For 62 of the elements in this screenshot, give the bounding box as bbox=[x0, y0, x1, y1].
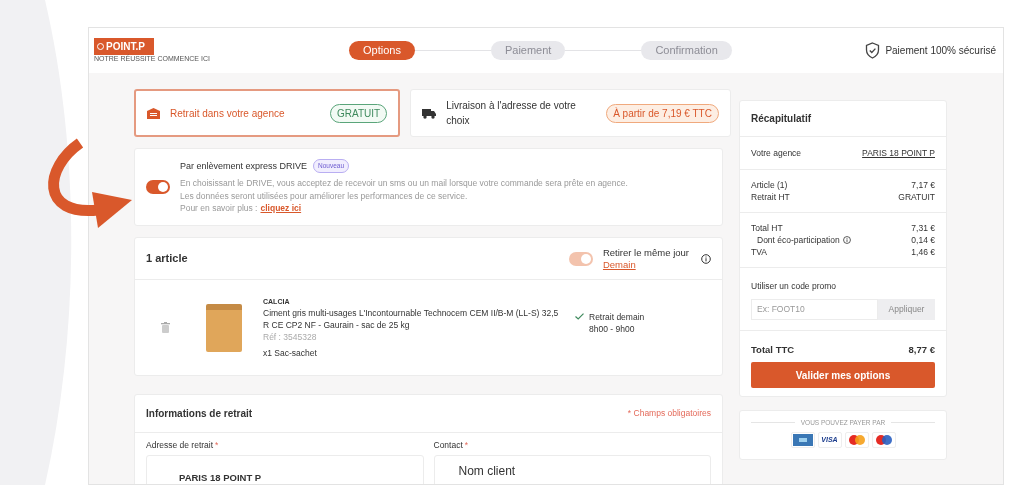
drive-description: Les données seront utilisées pour améliorer les performances de ce service. bbox=[180, 189, 469, 203]
summary-label: Retrait HT bbox=[751, 191, 790, 203]
required-mark: * bbox=[215, 439, 219, 452]
option-label: Livraison à l'adresse de votre choix bbox=[446, 99, 577, 128]
summary-value: 7,31 € bbox=[911, 222, 935, 234]
logo[interactable]: POINT.P bbox=[94, 38, 154, 55]
summary-title: Récapitulatif bbox=[751, 112, 811, 126]
validate-button[interactable]: Valider mes options bbox=[751, 362, 935, 388]
product-photo-placeholder bbox=[206, 303, 242, 352]
required-mark: * bbox=[464, 439, 469, 452]
drive-description: En choisissant le DRIVE, vous acceptez de recevoir un sms ou un mail lorsque votre commande sera prête en agence. bbox=[180, 177, 628, 190]
contact-field[interactable]: Nom client bbox=[433, 454, 711, 484]
summary-value: 0,14 € bbox=[911, 234, 935, 246]
step-tab[interactable]: Confirmation bbox=[641, 41, 732, 60]
summary-label: Dont éco-participation bbox=[757, 234, 840, 246]
promo-label: Utiliser un code promo bbox=[751, 280, 838, 293]
delivery-option-card[interactable]: Livraison à l'adresse de votre choix À partir de 7,19 € TTC bbox=[410, 89, 731, 137]
trash-icon[interactable] bbox=[161, 322, 170, 333]
availability-text: Retrait demain bbox=[589, 310, 645, 323]
delivery-option-card[interactable]: Retrait dans votre agence GRATUIT bbox=[134, 89, 401, 137]
more-info-text: Pour en savoir plus : bbox=[180, 202, 258, 215]
check-icon bbox=[575, 312, 584, 320]
section-title: Informations de retrait bbox=[146, 407, 253, 421]
total-value: 8,77 € bbox=[908, 342, 935, 357]
summary-label: TVA bbox=[751, 246, 767, 258]
agency-label: Votre agence bbox=[751, 146, 802, 160]
warehouse-icon bbox=[147, 107, 160, 119]
step-tab[interactable]: Paiement bbox=[490, 41, 566, 60]
price-badge: GRATUIT bbox=[330, 103, 388, 123]
step-tab[interactable]: Options bbox=[349, 41, 415, 60]
option-label: Retrait dans votre agence bbox=[170, 106, 286, 121]
shield-check-icon bbox=[865, 42, 881, 59]
apply-button[interactable]: Appliquer bbox=[878, 298, 935, 320]
drive-toggle[interactable] bbox=[146, 180, 170, 194]
info-icon[interactable] bbox=[842, 236, 851, 244]
truck-icon bbox=[422, 107, 437, 119]
promo-code-field[interactable]: Ex: FOOT10 bbox=[751, 298, 878, 320]
total-label: Total TTC bbox=[751, 342, 795, 357]
summary-label: Total HT bbox=[751, 222, 783, 234]
info-icon[interactable] bbox=[701, 253, 711, 264]
maestro-icon bbox=[871, 431, 896, 448]
secure-payment-text: Paiement 100% sécurisé bbox=[885, 44, 996, 58]
mastercard-icon bbox=[844, 431, 869, 448]
drive-title: Par enlèvement express DRIVE bbox=[180, 159, 308, 173]
article-count: 1 article bbox=[146, 251, 188, 267]
bank-card-icon bbox=[790, 431, 815, 448]
address-field[interactable]: PARIS 18 POINT P bbox=[146, 454, 424, 484]
summary-value: 1,46 € bbox=[911, 246, 935, 258]
price-badge: À partir de 7,19 € TTC bbox=[606, 103, 719, 123]
more-info-link[interactable]: cliquez ici bbox=[260, 202, 302, 215]
required-note: * Champs obligatoires bbox=[627, 407, 711, 420]
field-label: Contact bbox=[433, 439, 463, 452]
same-day-label: Retirer le même jour bbox=[602, 246, 689, 259]
field-label: Adresse de retrait bbox=[146, 439, 214, 452]
summary-value: 7,17 € bbox=[911, 179, 935, 191]
agency-link[interactable]: PARIS 18 POINT P bbox=[862, 146, 935, 160]
product-reference: Réf : 3545328 bbox=[263, 331, 318, 343]
summary-value: GRATUIT bbox=[898, 191, 935, 203]
product-quantity: x1 Sac-sachet bbox=[263, 347, 318, 359]
summary-label: Article (1) bbox=[751, 179, 788, 191]
product-name: Ciment gris multi-usages L'Incontournable Technocem CEM II/B-M (LL-S) 32,5 R CE CP2 NF - Gaurain - sac de 25 kg bbox=[263, 307, 560, 331]
pickup-hours: 8h00 - 9h00 bbox=[589, 322, 636, 335]
